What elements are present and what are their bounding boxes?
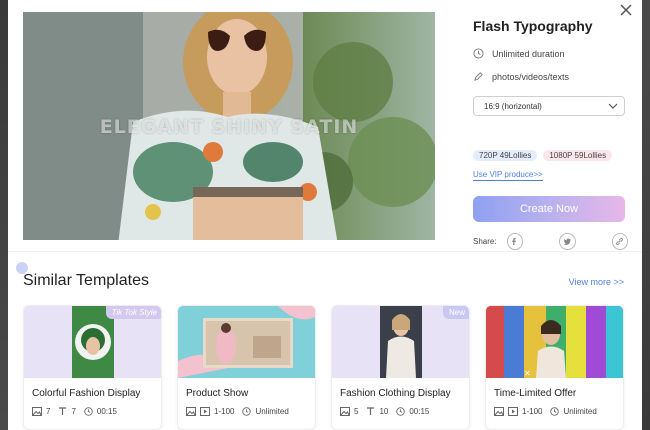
image-icon bbox=[494, 407, 504, 416]
template-modal: ELEGANT SHINY SATIN Flash Typography Unl… bbox=[8, 0, 642, 430]
image-icon bbox=[186, 407, 196, 416]
text-icon bbox=[59, 407, 67, 415]
link-icon[interactable] bbox=[611, 233, 628, 250]
template-card-title: Time-Limited Offer bbox=[494, 388, 577, 399]
template-title: Flash Typography bbox=[473, 18, 593, 34]
preview-watermark: ELEGANT SHINY SATIN bbox=[99, 116, 359, 138]
duration-row: Unlimited duration bbox=[473, 48, 628, 59]
duration-value: Unlimited bbox=[563, 407, 597, 416]
aspect-ratio-value: 16:9 (horizontal) bbox=[484, 101, 542, 111]
view-more-link[interactable]: View more >> bbox=[569, 277, 624, 287]
vip-produce-link[interactable]: Use VIP produce>> bbox=[473, 170, 543, 181]
similar-templates-list: Tik Tok Style Colorful Fashion Display 7… bbox=[23, 305, 624, 430]
template-card-title: Fashion Clothing Display bbox=[340, 388, 451, 399]
price-720p: 720P 49Lollies bbox=[473, 150, 538, 161]
backdrop-right bbox=[642, 0, 650, 430]
duration-value: Unlimited bbox=[255, 407, 289, 416]
template-card[interactable]: Tik Tok Style Colorful Fashion Display 7… bbox=[23, 305, 162, 430]
template-card[interactable]: New Fashion Clothing Display 5 10 00:15 bbox=[331, 305, 470, 430]
backdrop-left bbox=[0, 0, 8, 430]
duration-value: 00:15 bbox=[96, 407, 117, 416]
template-card[interactable]: ✕ Time-Limited Offer 1-100 Unlimited bbox=[485, 305, 624, 430]
price-tags: 720P 49Lollies 1080P 59Lollies bbox=[473, 150, 628, 161]
media-row: photos/videos/texts bbox=[473, 71, 628, 82]
media-text: photos/videos/texts bbox=[492, 71, 570, 82]
chevron-down-icon bbox=[608, 103, 618, 109]
tiktok-style-tag: Tik Tok Style bbox=[105, 306, 161, 319]
text-count: 7 bbox=[71, 407, 76, 416]
image-icon bbox=[32, 407, 42, 416]
clock-icon bbox=[396, 407, 406, 416]
facebook-icon[interactable] bbox=[506, 233, 524, 250]
template-card-meta: 5 10 00:15 bbox=[340, 407, 469, 416]
clock-icon bbox=[550, 407, 560, 416]
clock-icon bbox=[473, 48, 484, 59]
clock-icon bbox=[242, 407, 252, 416]
clock-icon bbox=[84, 407, 93, 416]
template-card-meta: 7 7 00:15 bbox=[32, 407, 161, 416]
template-card-meta: 1-100 Unlimited bbox=[494, 407, 623, 416]
aspect-ratio-select[interactable]: 16:9 (horizontal) bbox=[473, 96, 625, 116]
image-count: 7 bbox=[46, 407, 51, 416]
template-thumbnail: ✕ bbox=[486, 306, 623, 378]
similar-templates-title: Similar Templates bbox=[23, 272, 149, 289]
media-range: 1-100 bbox=[214, 407, 235, 416]
close-icon[interactable] bbox=[618, 2, 634, 18]
share-label: Share: bbox=[473, 237, 497, 246]
duration-text: Unlimited duration bbox=[492, 48, 565, 59]
price-1080p: 1080P 59Lollies bbox=[543, 150, 613, 161]
share-row: Share: bbox=[473, 233, 628, 250]
text-count: 10 bbox=[379, 407, 389, 416]
section-divider bbox=[8, 251, 642, 252]
template-thumbnail: Tik Tok Style bbox=[24, 306, 161, 378]
image-icon bbox=[340, 407, 350, 416]
create-now-button[interactable]: Create Now bbox=[473, 196, 625, 222]
duration-value: 00:15 bbox=[409, 407, 430, 416]
svg-text:✕: ✕ bbox=[524, 369, 531, 378]
new-tag: New bbox=[442, 306, 469, 319]
video-icon bbox=[200, 407, 210, 416]
template-preview-image[interactable]: ELEGANT SHINY SATIN bbox=[23, 12, 435, 240]
template-info-panel: Flash Typography Unlimited duration phot… bbox=[473, 18, 628, 250]
video-icon bbox=[508, 407, 518, 416]
text-icon bbox=[367, 407, 375, 415]
template-thumbnail: New bbox=[332, 306, 469, 378]
template-card-title: Product Show bbox=[186, 388, 249, 399]
template-thumbnail bbox=[178, 306, 315, 378]
template-card-title: Colorful Fashion Display bbox=[32, 388, 141, 399]
twitter-icon[interactable] bbox=[559, 233, 576, 250]
pencil-icon bbox=[474, 72, 483, 81]
image-count: 5 bbox=[354, 407, 359, 416]
template-card[interactable]: Product Show 1-100 Unlimited bbox=[177, 305, 316, 430]
media-range: 1-100 bbox=[522, 407, 543, 416]
template-card-meta: 1-100 Unlimited bbox=[186, 407, 315, 416]
